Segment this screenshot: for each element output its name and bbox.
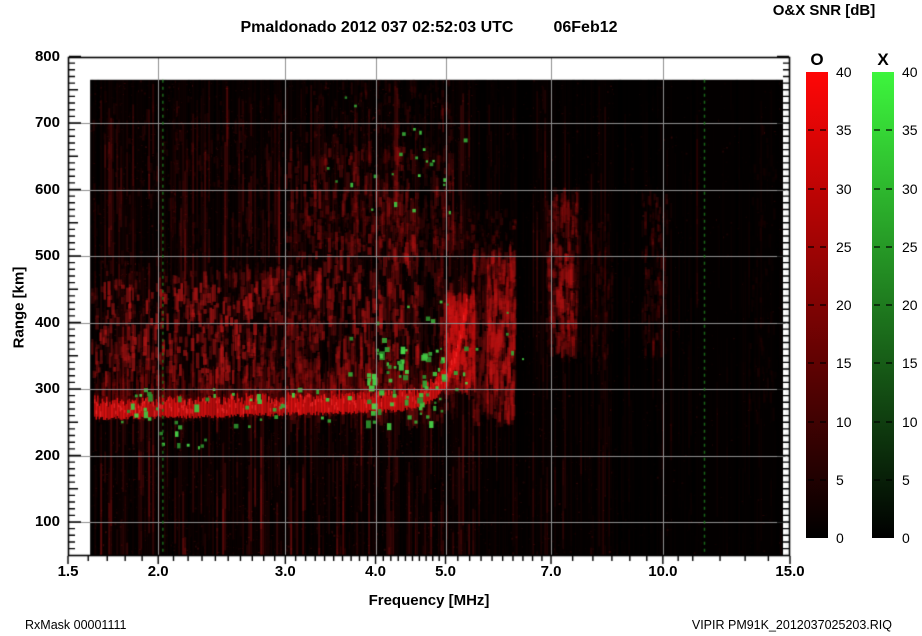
colorbar-tick-mark <box>808 304 814 306</box>
colorbar-tick-label: 15 <box>836 355 852 372</box>
colorbar-tick-label: 35 <box>836 122 852 139</box>
chart-date: 06Feb12 <box>553 19 618 36</box>
colorbar-tick-mark <box>874 304 880 306</box>
colorbar-tick-mark <box>808 362 814 365</box>
x-tick-label: 2.0 <box>147 563 169 580</box>
colorbar-tick-label: 35 <box>902 122 918 139</box>
colorbar-tick-label: 5 <box>902 471 910 488</box>
colorbar-tick-label: 0 <box>836 530 844 546</box>
colorbar-tick-mark <box>808 478 814 481</box>
colorbar-tick-label: 10 <box>836 413 852 430</box>
colorbar-tick-mark <box>886 478 892 481</box>
ionogram-page: { "footer": { "left": "RxMask 00001111",… <box>0 0 922 636</box>
colorbar-tick-mark <box>820 245 826 248</box>
colorbar-tick-mark <box>886 187 892 190</box>
colorbar-mode-label-O: O <box>810 50 824 69</box>
colorbar-tick-mark <box>820 304 826 306</box>
colorbar-tick-mark <box>886 420 892 423</box>
x-tick-label: 1.5 <box>57 563 79 580</box>
colorbar-tick-mark <box>874 245 880 248</box>
colorbar-tick-label: 30 <box>836 180 852 197</box>
colorbar-tick-label: 5 <box>836 471 844 488</box>
colorbar-tick-mark <box>874 362 880 365</box>
colorbar-tick-mark <box>820 129 826 132</box>
colorbar-tick-mark <box>808 129 814 132</box>
colorbar-tick-mark <box>808 420 814 423</box>
ionogram-plot <box>0 0 922 636</box>
chart-title-row: Pmaldonado 2012 037 02:52:03 UTC 06Feb12 <box>68 19 790 37</box>
colorbar-tick-mark <box>886 129 892 132</box>
y-tick-label: 800 <box>34 47 60 65</box>
y-tick-label: 100 <box>34 513 60 530</box>
x-tick-label: 15.0 <box>775 563 805 580</box>
x-tick-label: 5.0 <box>435 563 456 580</box>
colorbar-tick-label: 25 <box>902 238 918 255</box>
colorbar-title: O&X SNR [dB] <box>772 2 876 19</box>
colorbar-tick-mark <box>886 304 892 306</box>
y-axis-title: Range [km] <box>10 266 28 349</box>
y-tick-label: 600 <box>34 180 60 198</box>
colorbar-mode-label-X: X <box>877 50 889 69</box>
colorbar-tick-mark <box>874 420 880 423</box>
x-axis-title: Frequency [MHz] <box>368 592 490 609</box>
colorbar-tick-label: 25 <box>836 238 852 255</box>
colorbar-tick-mark <box>874 478 880 481</box>
colorbar-tick-mark <box>874 187 880 190</box>
y-tick-label: 700 <box>34 114 60 131</box>
y-tick-label: 300 <box>34 380 60 397</box>
y-tick-label: 400 <box>34 313 60 331</box>
colorbar-tick-mark <box>886 362 892 365</box>
colorbar-tick-mark <box>886 245 892 248</box>
colorbar-tick-mark <box>874 129 880 132</box>
colorbar-tick-label: 0 <box>902 530 910 546</box>
colorbar-tick-mark <box>820 478 826 481</box>
x-tick-label: 10.0 <box>648 563 678 580</box>
colorbar-tick-label: 30 <box>902 180 918 197</box>
colorbar-tick-mark <box>808 187 814 190</box>
colorbar-tick-label: 15 <box>902 355 918 372</box>
colorbar-tick-mark <box>808 245 814 248</box>
colorbar-tick-label: 40 <box>902 64 918 80</box>
colorbar-tick-label: 40 <box>836 64 852 80</box>
colorbar-tick-label: 20 <box>902 297 918 313</box>
rxmask-label: RxMask 00001111 <box>25 618 127 632</box>
colorbar-tick-label: 20 <box>836 297 852 313</box>
colorbar-tick-label: 10 <box>902 413 918 430</box>
x-tick-label: 3.0 <box>274 563 296 580</box>
y-tick-label: 500 <box>34 247 60 264</box>
colorbar-tick-mark <box>820 420 826 423</box>
colorbar-tick-mark <box>820 187 826 190</box>
x-tick-label: 7.0 <box>540 563 562 580</box>
x-tick-label: 4.0 <box>365 563 386 580</box>
y-tick-label: 200 <box>34 446 60 464</box>
filename-label: VIPIR PM91K_2012037025203.RIQ <box>691 618 892 632</box>
colorbar-tick-mark <box>820 362 826 365</box>
chart-title: Pmaldonado 2012 037 02:52:03 UTC <box>240 19 514 36</box>
